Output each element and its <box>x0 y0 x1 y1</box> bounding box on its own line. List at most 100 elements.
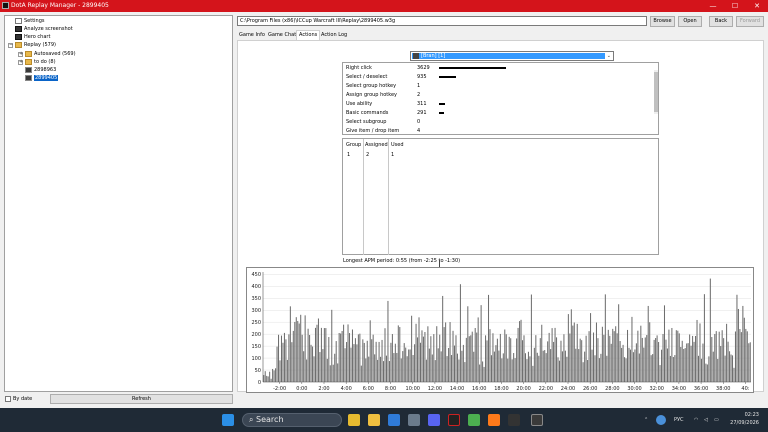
chevron-up-icon[interactable]: ⌃ <box>644 417 648 423</box>
expand-toggle[interactable]: + <box>18 52 23 57</box>
apm-bar <box>558 360 561 382</box>
clock-time[interactable]: 02:23 <box>729 412 759 418</box>
back-button[interactable]: Back <box>709 16 733 27</box>
scrollbar-thumb[interactable] <box>654 72 658 112</box>
chrome-icon[interactable] <box>348 414 360 426</box>
action-name: Assign group hotkey <box>346 92 398 98</box>
apm-bar <box>733 367 735 382</box>
apm-bar <box>619 341 621 382</box>
forward-button[interactable]: Forward <box>736 16 764 27</box>
apm-bar <box>550 349 552 382</box>
tree-item-hero-chart[interactable]: Hero chart <box>15 33 50 41</box>
notepad-icon[interactable] <box>388 414 400 426</box>
action-name: Give item / drop item <box>346 128 400 134</box>
apm-bar <box>696 319 698 382</box>
apm-bar <box>456 353 458 382</box>
settings-icon <box>15 17 22 24</box>
apm-bar <box>498 350 500 382</box>
tree-item-to-do[interactable]: to do (8) <box>25 58 56 66</box>
tree-item-autosaved[interactable]: Autosaved (569) <box>25 50 76 58</box>
apm-bar <box>303 351 305 382</box>
volume-icon[interactable]: ◁ <box>704 417 708 423</box>
replay-icon <box>25 74 32 81</box>
tree-item-replay-2898963[interactable]: 2898963 <box>25 66 56 74</box>
apm-bar <box>341 330 343 382</box>
x-tick-label: 10:00 <box>406 386 420 392</box>
tab-action-log[interactable]: Action Log <box>319 30 349 40</box>
wifi-icon[interactable]: ◠ <box>694 417 698 423</box>
replay-tree[interactable]: Settings Analyze screenshot Hero chart −… <box>4 15 233 392</box>
minimize-button[interactable]: — <box>702 0 724 12</box>
apm-bar <box>659 365 661 382</box>
tab-game-chat[interactable]: Game Chat <box>266 30 298 40</box>
replay-path-field[interactable]: C:\Program Files (x86)\ICCup Warcraft II… <box>237 16 647 26</box>
maximize-button[interactable]: ☐ <box>724 0 746 12</box>
apm-bar <box>603 334 605 382</box>
firefox-icon[interactable] <box>488 414 500 426</box>
apm-bar <box>658 342 660 382</box>
apm-bar <box>567 314 569 382</box>
apm-bar <box>511 359 513 382</box>
action-count: 0 <box>417 119 421 125</box>
x-tick-label: 2:00 <box>318 386 329 392</box>
discord-icon[interactable] <box>428 414 440 426</box>
apm-bar <box>687 343 689 382</box>
apm-bar <box>393 353 395 382</box>
apm-bar <box>649 322 651 382</box>
player-select[interactable]: [Bran] [1] ⌄ <box>410 51 614 61</box>
tree-item-analyze-screenshot[interactable]: Analyze screenshot <box>15 25 73 33</box>
browse-button[interactable]: Browse <box>650 16 675 27</box>
apm-bar <box>263 375 265 382</box>
tree-item-replay[interactable]: Replay (579) <box>15 41 56 49</box>
app-dark-icon[interactable] <box>508 414 520 426</box>
apm-bar <box>390 342 392 382</box>
by-date-checkbox[interactable] <box>5 396 11 402</box>
windows-start-icon[interactable] <box>222 414 234 426</box>
apm-bar <box>627 329 629 382</box>
refresh-button[interactable]: Refresh <box>50 394 233 404</box>
app-r-icon[interactable] <box>448 414 460 426</box>
tab-game-info[interactable]: Game Info <box>237 30 267 40</box>
apm-bar <box>572 325 574 382</box>
close-button[interactable]: ✕ <box>746 0 768 12</box>
actions-scrollbar[interactable] <box>654 70 658 114</box>
apm-bar <box>317 318 319 382</box>
apm-bar <box>312 346 314 382</box>
apm-bar <box>655 338 657 382</box>
replay-manager-taskbar-icon[interactable] <box>531 414 543 426</box>
chevron-down-icon[interactable]: ⌄ <box>607 52 611 60</box>
apm-bar <box>597 338 599 382</box>
open-button[interactable]: Open <box>678 16 702 27</box>
folder-icon <box>25 58 32 65</box>
action-count: 291 <box>417 110 427 116</box>
apm-bar <box>374 354 376 382</box>
apm-slider-handle[interactable] <box>439 260 440 267</box>
apm-bar <box>510 338 512 382</box>
apm-bar <box>522 340 524 382</box>
apm-bar <box>492 333 494 382</box>
apm-bar <box>427 326 429 382</box>
apm-bar <box>363 342 365 382</box>
clock-date[interactable]: 27/09/2026 <box>726 420 759 426</box>
settings-gear-icon[interactable] <box>408 414 420 426</box>
tree-item-replay-2899405[interactable]: 2899405 <box>25 74 59 82</box>
expand-toggle[interactable]: + <box>18 60 23 65</box>
apm-bar <box>365 358 367 382</box>
weather-icon[interactable] <box>656 415 666 425</box>
apm-bar <box>686 343 688 382</box>
tree-item-label: Analyze screenshot <box>24 26 73 32</box>
collapse-toggle[interactable]: − <box>8 43 13 48</box>
apm-bar <box>592 332 595 382</box>
apm-bar <box>661 349 663 382</box>
app-green-icon[interactable] <box>468 414 480 426</box>
apm-bar <box>533 347 535 382</box>
language-indicator[interactable]: РУС <box>674 417 684 423</box>
file-explorer-icon[interactable] <box>368 414 380 426</box>
apm-bar <box>678 333 680 382</box>
apm-bar <box>403 343 405 382</box>
apm-bar <box>519 321 521 382</box>
taskbar-search[interactable]: ⌕ Search <box>242 413 342 427</box>
apm-bar <box>724 355 726 382</box>
battery-icon[interactable]: ▭ <box>714 417 719 423</box>
tree-item-settings[interactable]: Settings <box>15 17 45 25</box>
